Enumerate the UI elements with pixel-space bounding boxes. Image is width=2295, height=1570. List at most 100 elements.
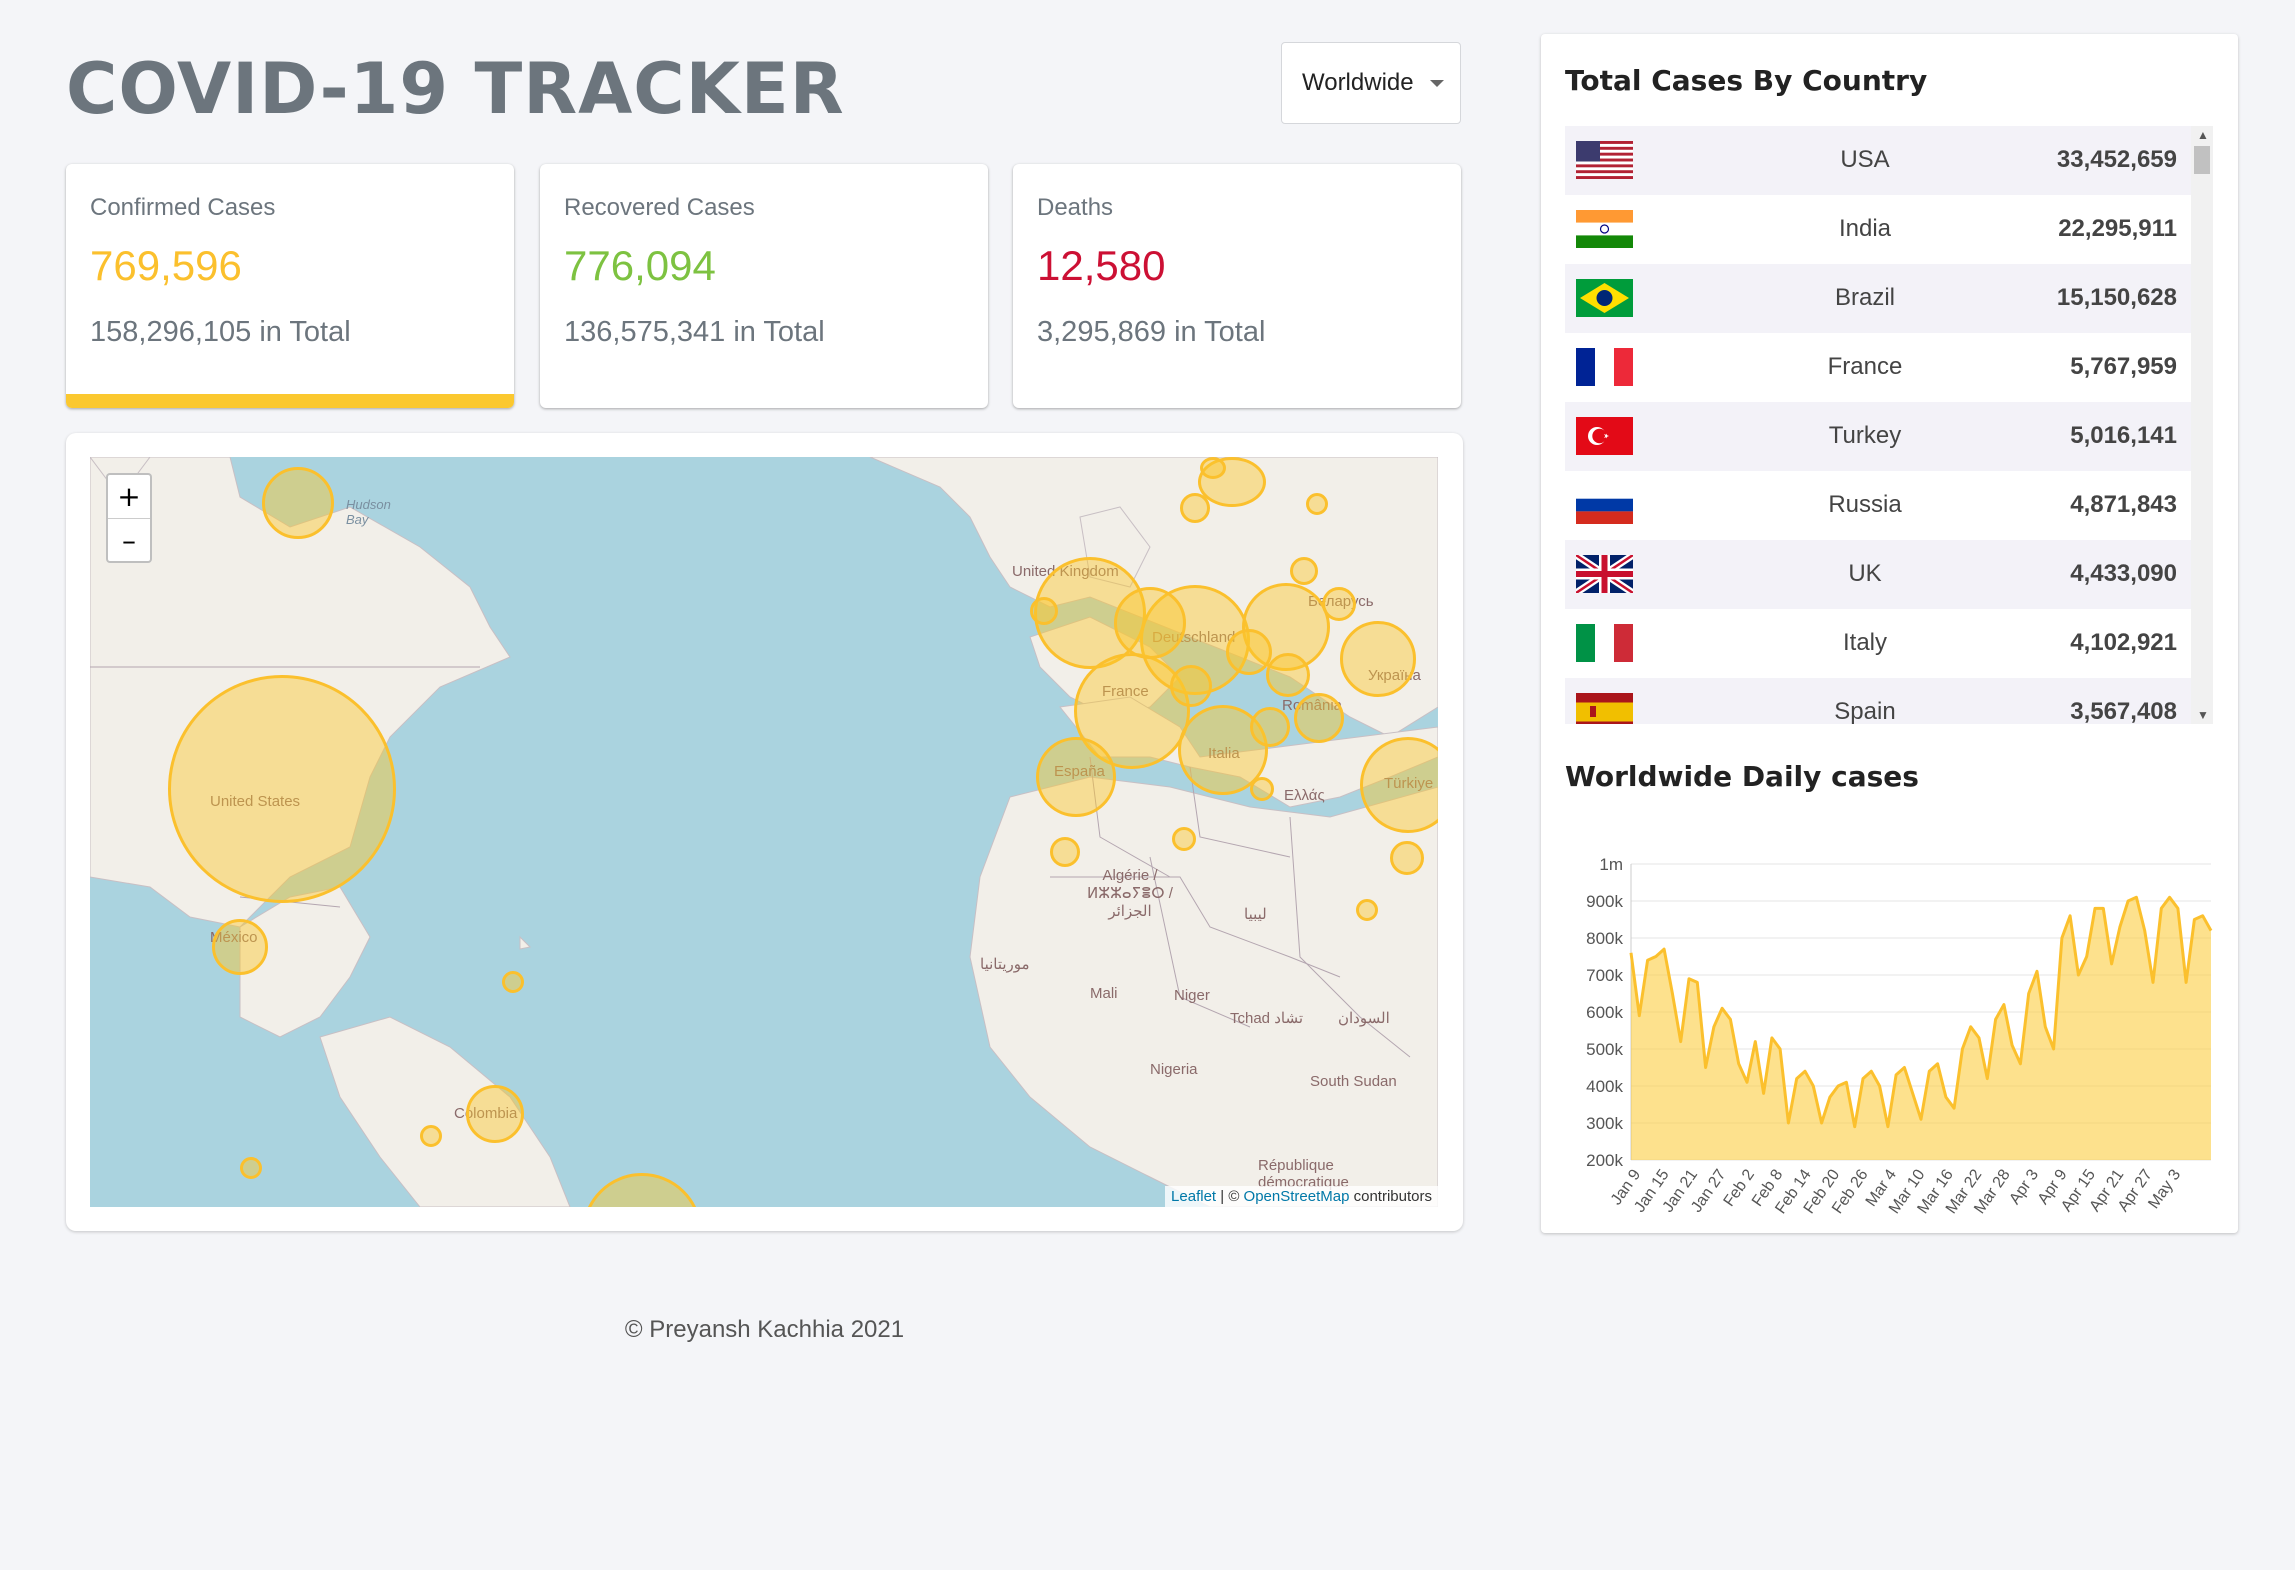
us-flag-icon	[1576, 141, 1633, 179]
osm-link[interactable]: OpenStreetMap	[1244, 1188, 1350, 1205]
russia-flag-icon	[1576, 486, 1633, 524]
india-flag-icon	[1576, 210, 1633, 248]
country-cases: 15,150,628	[2056, 284, 2177, 311]
region-select-value: Worldwide	[1302, 69, 1414, 96]
uk-flag-icon	[1574, 552, 1635, 596]
attribution-tail: contributors	[1349, 1188, 1432, 1205]
table-scrollbar[interactable]: ▲ ▼	[2191, 126, 2213, 724]
country-name: UK	[1848, 560, 1882, 587]
scroll-down-arrow-icon[interactable]: ▼	[2197, 708, 2209, 722]
leaflet-link[interactable]: Leaflet	[1171, 1188, 1216, 1205]
case-bubble-greece[interactable]	[1250, 777, 1274, 801]
deaths-card[interactable]: Deaths 12,580 3,295,869 in Total	[1013, 164, 1461, 408]
case-bubble-canada[interactable]	[262, 467, 334, 539]
y-tick-label: 800k	[1586, 929, 1623, 948]
card-label: Recovered Cases	[564, 194, 755, 221]
case-bubble-denmark[interactable]	[1180, 493, 1210, 523]
country-row: France 5,767,959	[1565, 333, 2213, 402]
country-name: France	[1827, 353, 1903, 380]
daily-cases-chart: 200k300k400k500k600k700k800k900k1mJan 9J…	[1586, 855, 2213, 1214]
zoom-in-button[interactable]: +	[108, 475, 150, 519]
map-zoom-control: + –	[106, 473, 152, 563]
map-label-mauritania: موريتانيا	[980, 956, 1030, 973]
x-tick-label: Apr 3	[2006, 1166, 2042, 1207]
map-label-mali: Mali	[1090, 985, 1118, 1002]
y-tick-label: 900k	[1586, 892, 1623, 911]
footer-copyright: © Preyansh Kachhia 2021	[624, 1316, 905, 1343]
country-table-title: Total Cases By Country	[1565, 64, 1928, 97]
map-label-hudson-bay: Hudson Bay	[346, 497, 391, 527]
turkey-flag-icon	[1576, 417, 1633, 455]
case-bubble-estonia[interactable]	[1306, 493, 1328, 515]
region-select[interactable]: Worldwide	[1281, 42, 1461, 124]
country-cases: 5,767,959	[2070, 353, 2177, 380]
case-bubble-lithuania[interactable]	[1290, 557, 1318, 585]
country-row: Brazil 15,150,628	[1565, 264, 2213, 333]
country-cases: 22,295,911	[2058, 215, 2177, 242]
case-bubble-belarus[interactable]	[1322, 587, 1356, 621]
case-bubble-morocco[interactable]	[1050, 837, 1080, 867]
case-bubble-romania[interactable]	[1294, 693, 1344, 743]
card-today-value: 769,596	[90, 242, 242, 289]
scroll-up-arrow-icon[interactable]: ▲	[2197, 128, 2209, 142]
country-cases: 4,102,921	[2070, 629, 2177, 656]
case-bubble-norway[interactable]	[1200, 457, 1226, 479]
map-label-nigeria: Nigeria	[1150, 1061, 1198, 1078]
case-bubble-ukraine[interactable]	[1340, 621, 1416, 697]
map-label-greece: Ελλάς	[1284, 787, 1325, 804]
case-bubble-colombia[interactable]	[466, 1085, 524, 1143]
country-name: Russia	[1828, 491, 1902, 518]
map-panel: United States México United Kingdom Deut…	[66, 433, 1463, 1231]
y-tick-label: 200k	[1586, 1151, 1623, 1170]
country-name: Spain	[1834, 698, 1896, 724]
card-label: Confirmed Cases	[90, 194, 276, 221]
app-title: COVID-19 TRACKER	[66, 48, 845, 130]
country-row: Turkey 5,016,141	[1565, 402, 2213, 471]
case-bubble-netherlands[interactable]	[1114, 587, 1186, 659]
y-tick-label: 300k	[1586, 1114, 1623, 1133]
spain-flag-icon	[1576, 693, 1633, 724]
country-name: India	[1838, 215, 1892, 242]
case-bubble-israel[interactable]	[1390, 841, 1424, 875]
country-row: UK 4,433,090	[1565, 540, 2213, 609]
case-bubble-egypt[interactable]	[1356, 899, 1378, 921]
scrollbar-thumb[interactable]	[2194, 146, 2210, 174]
recovered-cases-card[interactable]: Recovered Cases 776,094 136,575,341 in T…	[540, 164, 988, 408]
country-cases: 4,433,090	[2070, 560, 2177, 587]
map-label-algeria: Algérie / ⵍⵣⵣⴰⵢⴻⵔ / الجزائر	[1087, 867, 1173, 920]
case-bubble-serbia[interactable]	[1250, 707, 1290, 747]
map-label-south-sudan: South Sudan	[1310, 1073, 1397, 1090]
country-cases: 33,452,659	[2056, 146, 2177, 173]
case-bubble-ireland[interactable]	[1030, 597, 1058, 625]
card-total: 3,295,869 in Total	[1037, 316, 1266, 348]
y-tick-label: 1m	[1599, 855, 1623, 874]
france-flag-icon	[1576, 348, 1633, 386]
case-bubble-spain[interactable]	[1036, 737, 1116, 817]
country-name: USA	[1840, 146, 1890, 173]
case-bubble-usa[interactable]	[168, 675, 396, 903]
country-row: Spain 3,567,408	[1565, 678, 2213, 724]
sidebar: Total Cases By Country USA 33,452,659 Indi…	[1541, 34, 2238, 1233]
country-rows: USA 33,452,659 India 22,295,911 Brazil 15,150…	[1565, 126, 2213, 724]
country-row: Russia 4,871,843	[1565, 471, 2213, 540]
country-name: Italy	[1842, 629, 1887, 656]
card-total: 158,296,105 in Total	[90, 316, 351, 348]
world-map[interactable]: United States México United Kingdom Deut…	[90, 457, 1438, 1207]
confirmed-cases-card[interactable]: Confirmed Cases 769,596 158,296,105 in T…	[66, 164, 514, 408]
map-label-chad: Tchad تشاد	[1230, 1010, 1304, 1027]
case-bubble-cuba[interactable]	[502, 971, 524, 993]
case-bubble-ecuador[interactable]	[240, 1157, 262, 1179]
y-tick-label: 600k	[1586, 1003, 1623, 1022]
card-total: 136,575,341 in Total	[564, 316, 825, 348]
map-attribution: Leaflet | © OpenStreetMap contributors	[1165, 1186, 1438, 1207]
case-bubble-mexico[interactable]	[212, 919, 268, 975]
case-bubble-panama[interactable]	[420, 1125, 442, 1147]
italy-flag-icon	[1576, 624, 1633, 662]
zoom-out-button[interactable]: –	[108, 519, 150, 562]
case-bubble-tunisia[interactable]	[1172, 827, 1196, 851]
case-bubble-hungary[interactable]	[1266, 653, 1310, 697]
case-bubble-czechia[interactable]	[1226, 629, 1272, 675]
case-bubble-switzerland[interactable]	[1170, 665, 1212, 707]
country-cases: 5,016,141	[2070, 422, 2177, 449]
country-table[interactable]: USA 33,452,659 India 22,295,911 Brazil 15,150…	[1565, 126, 2213, 724]
